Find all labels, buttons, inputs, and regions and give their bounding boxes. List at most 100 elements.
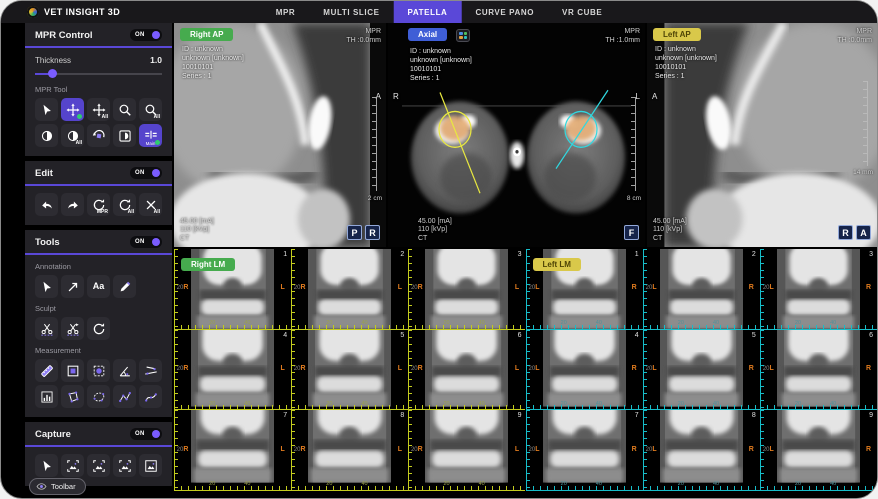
annotation-text-button[interactable]: Aa xyxy=(87,275,110,298)
window-level-tool-button[interactable] xyxy=(35,124,58,147)
slice-cell[interactable]: 20R L 8 20 40 mm60 xyxy=(291,410,408,491)
zoom-tool-button[interactable] xyxy=(113,98,136,121)
slice-cell[interactable]: 20R L 5 20 40 mm60 xyxy=(291,330,408,411)
slice-left-label: 20R xyxy=(291,446,308,453)
slice-cell[interactable]: 20L R 9 20 40 mm60 xyxy=(760,410,877,491)
thickness-slider[interactable] xyxy=(35,68,162,79)
invert-tool-button[interactable] xyxy=(113,124,136,147)
slice-cell[interactable]: 20L R 7 20 40 mm60 xyxy=(526,410,643,491)
slice-number: 3 xyxy=(518,251,522,258)
slice-cell[interactable]: 20L R 2 20 40 mm60 xyxy=(643,249,760,330)
measure-angle-button[interactable] xyxy=(113,359,136,382)
pan-tool-button[interactable] xyxy=(61,98,84,121)
slice-left-label: 20R xyxy=(174,365,191,372)
layout-grid-button[interactable] xyxy=(456,29,470,42)
slice-left-label: 20R xyxy=(291,284,308,291)
slice-number: 5 xyxy=(752,332,756,339)
toolbar-toggle-button[interactable]: Toolbar xyxy=(29,478,86,495)
mpr-control-toggle[interactable]: ON xyxy=(130,29,162,41)
menu-tab[interactable]: MPR xyxy=(262,1,310,23)
capture-section: Capture ON xyxy=(25,422,172,486)
annotation-pointer-button[interactable] xyxy=(35,275,58,298)
orientation-button[interactable]: P xyxy=(347,225,362,240)
slice-cell[interactable]: 20L R 8 20 40 mm60 xyxy=(643,410,760,491)
capture-series-button[interactable] xyxy=(87,454,110,477)
menu-tab[interactable]: MULTI SLICE xyxy=(309,1,393,23)
slice-right-label: R xyxy=(860,365,877,372)
window-level-all-tool-button[interactable]: All xyxy=(61,124,84,147)
slice-left-label: 20L xyxy=(760,446,777,453)
slice-left-label: 20R xyxy=(174,284,191,291)
rotate-tool-button[interactable] xyxy=(87,124,110,147)
orientation-button[interactable]: A xyxy=(856,225,871,240)
slice-cell[interactable]: 20L R 4 20 40 mm60 xyxy=(526,330,643,411)
measure-ruler-button[interactable] xyxy=(35,359,58,382)
pan-all-tool-button[interactable]: All xyxy=(87,98,110,121)
measure-polygon-button[interactable] xyxy=(61,385,84,408)
menu-tab[interactable]: CURVE PANO xyxy=(461,1,548,23)
slice-cell[interactable]: 20L R 3 20 40 mm60 xyxy=(760,249,877,330)
slice-left-label: 20R xyxy=(408,446,425,453)
measure-rect-roi-button[interactable] xyxy=(61,359,84,382)
measure-spline-button[interactable] xyxy=(139,385,162,408)
slice-right-label: L xyxy=(274,284,291,291)
viewport-right-ap[interactable]: Right AP ID : unknownunknown [unknown] 1… xyxy=(174,23,386,247)
viewport-left-ap[interactable]: Left AP ID : unknownunknown [unknown] 10… xyxy=(647,23,877,247)
slice-right-label: R xyxy=(860,284,877,291)
capture-toggle[interactable]: ON xyxy=(130,428,162,440)
clear-all-button[interactable]: All xyxy=(139,193,162,216)
section-title: Capture xyxy=(35,429,71,440)
capture-pointer-button[interactable] xyxy=(35,454,58,477)
slice-cell[interactable]: 20R L 7 20 40 mm60 xyxy=(174,410,291,491)
slice-number: 6 xyxy=(869,332,873,339)
undo-button[interactable] xyxy=(35,193,58,216)
edit-toggle[interactable]: ON xyxy=(130,167,162,179)
measure-ellipse-roi-button[interactable] xyxy=(87,359,110,382)
reset-mpr-button[interactable]: MPR xyxy=(87,193,110,216)
main-layout-tool-button[interactable]: Main xyxy=(139,124,162,147)
measure-cobb-angle-button[interactable] xyxy=(139,359,162,382)
slice-left-label: 20R xyxy=(291,365,308,372)
sculpt-cut-forward-button[interactable] xyxy=(61,317,84,340)
slice-cell[interactable]: 20R L 4 20 40 mm60 xyxy=(174,330,291,411)
measure-polyline-button[interactable] xyxy=(113,385,136,408)
slice-cell[interactable]: 20R L 2 20 40 mm60 xyxy=(291,249,408,330)
slice-right-label: L xyxy=(508,446,525,453)
sculpt-cut-button[interactable] xyxy=(35,317,58,340)
orientation-button[interactable]: F xyxy=(624,225,639,240)
tools-toggle[interactable]: ON xyxy=(130,236,162,248)
orientation-button[interactable]: R xyxy=(838,225,853,240)
slice-cell[interactable]: 20R L 6 20 40 mm60 xyxy=(408,330,525,411)
zoom-all-tool-button[interactable]: All xyxy=(139,98,162,121)
annotation-pen-button[interactable] xyxy=(113,275,136,298)
orientation-button[interactable]: R xyxy=(365,225,380,240)
annotation-arrow-button[interactable] xyxy=(61,275,84,298)
left-lm-slice-group: 20L R 1 20 40 mm60 20L xyxy=(526,249,878,491)
measure-freehand-button[interactable] xyxy=(87,385,110,408)
ct-slice-image xyxy=(660,330,743,410)
capture-region-button[interactable] xyxy=(113,454,136,477)
capture-screen-button[interactable] xyxy=(139,454,162,477)
slice-cell[interactable]: 20L R 5 20 40 mm60 xyxy=(643,330,760,411)
slider-thumb[interactable] xyxy=(48,69,57,78)
measure-histogram-button[interactable] xyxy=(35,385,58,408)
viewport-axial[interactable]: Axial ID : unknownunknown [unknown] 1001… xyxy=(388,23,645,247)
scale-ruler xyxy=(372,97,377,191)
slice-right-label: L xyxy=(508,284,525,291)
reset-all-button[interactable]: All xyxy=(113,193,136,216)
slice-left-label: 20L xyxy=(526,365,543,372)
annotation-tool-grid: Aa xyxy=(35,275,162,298)
redo-button[interactable] xyxy=(61,193,84,216)
capture-single-button[interactable] xyxy=(61,454,84,477)
sculpt-reset-button[interactable] xyxy=(87,317,110,340)
slice-cell[interactable]: 20R L 3 20 40 mm60 xyxy=(408,249,525,330)
ct-slice-image xyxy=(777,249,860,329)
toggle-knob xyxy=(152,31,160,39)
slice-cell[interactable]: 20R L 9 20 40 mm60 xyxy=(408,410,525,491)
menu-tab[interactable]: VR CUBE xyxy=(548,1,616,23)
slice-cell[interactable]: 20L R 6 20 40 mm60 xyxy=(760,330,877,411)
pointer-tool-button[interactable] xyxy=(35,98,58,121)
menu-tab[interactable]: PATELLA xyxy=(394,1,462,23)
eye-icon xyxy=(36,481,47,492)
ct-slice-image xyxy=(777,410,860,490)
